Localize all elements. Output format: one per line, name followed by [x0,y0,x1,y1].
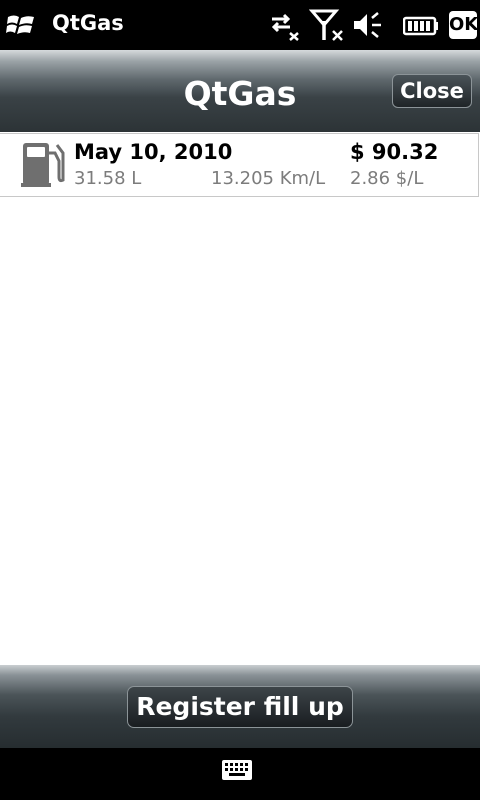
fillup-liters: 31.58 L [74,168,142,189]
data-connection-off-icon[interactable] [268,9,302,41]
gas-pump-icon [21,143,65,187]
battery-icon[interactable] [403,9,439,41]
fillup-date: May 10, 2010 [74,140,233,164]
fillup-efficiency: 13.205 Km/L [211,168,326,189]
keyboard-icon[interactable] [221,759,253,781]
speaker-mute-icon[interactable] [352,9,384,41]
fillup-price-per-liter: 2.86 $/L [350,168,424,189]
app-name: QtGas [52,11,124,35]
register-fill-up-button[interactable]: Register fill up [127,686,353,728]
status-bar: QtGas OK [0,0,480,50]
fillup-price: $ 90.32 [350,140,439,164]
close-button[interactable]: Close [392,74,472,108]
signal-off-icon[interactable] [309,9,345,41]
windows-start-icon[interactable] [6,11,36,39]
ok-button[interactable]: OK [449,11,478,39]
